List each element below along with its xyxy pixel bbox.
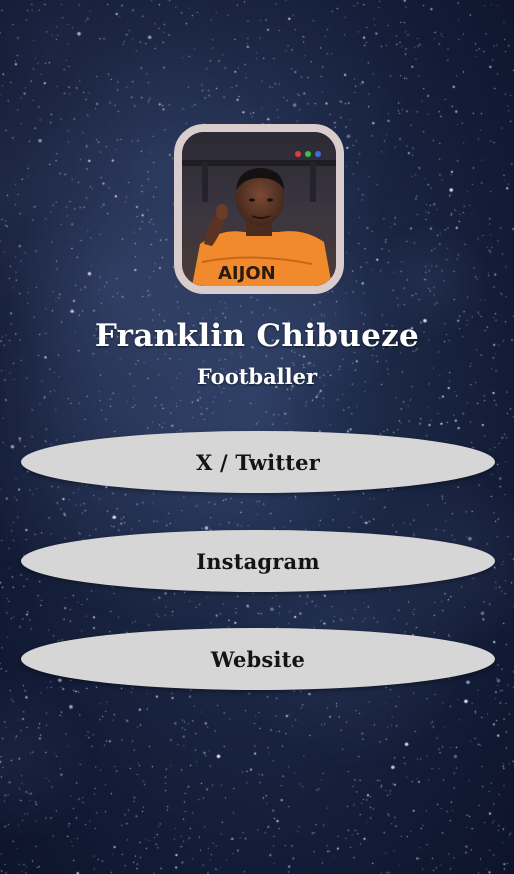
twitter-link-label: X / Twitter [196,449,320,475]
instagram-link-label: Instagram [196,548,320,574]
avatar-photo: AIJON [182,132,336,286]
instagram-link-button[interactable]: Instagram [21,530,495,592]
profile-role: Footballer [196,364,318,389]
website-link-label: Website [210,646,306,672]
website-link-button[interactable]: Website [21,628,495,690]
profile-name: Franklin Chibueze [94,318,420,354]
twitter-link-button[interactable]: X / Twitter [21,431,495,493]
shirt-text: AIJON [218,263,276,284]
profile-page: AIJON Franklin Chibueze Footballer X / T… [0,0,514,874]
profile-avatar: AIJON [174,124,344,294]
